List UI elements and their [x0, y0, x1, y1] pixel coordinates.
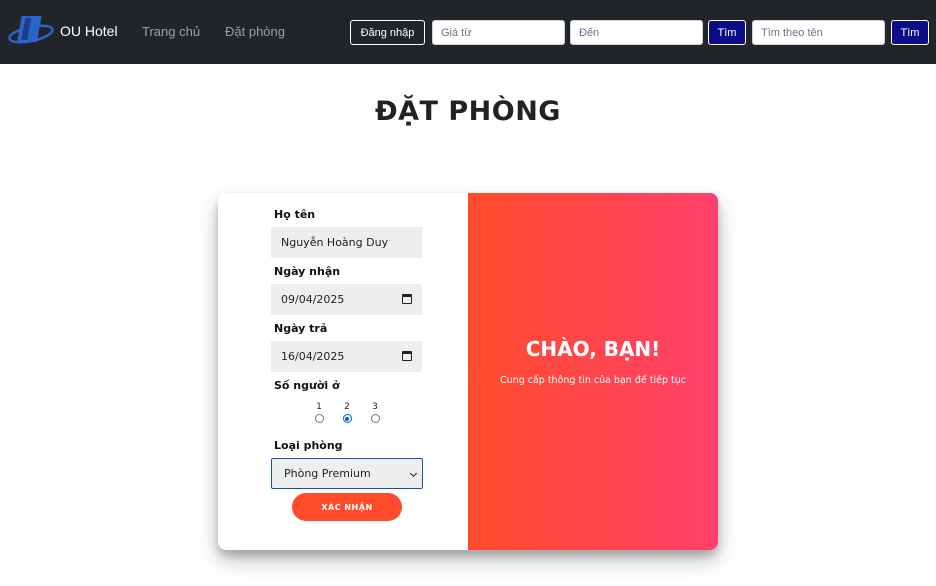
- name-search-input[interactable]: Tìm theo tên: [752, 20, 885, 45]
- nav-link-home[interactable]: Trang chủ: [142, 24, 200, 39]
- guest-radio-1[interactable]: [314, 414, 324, 423]
- checkin-value: 09/04/2025: [281, 293, 345, 306]
- hotel-logo-icon[interactable]: [8, 14, 54, 48]
- price-from-input[interactable]: Giá từ: [432, 20, 565, 45]
- guest-option-2-label: 2: [344, 402, 350, 412]
- guests-label: Số người ở: [274, 379, 340, 392]
- fullname-value: Nguyễn Hoàng Duy: [281, 236, 389, 249]
- confirm-button[interactable]: XÁC NHẬN: [292, 493, 402, 521]
- guest-option-1-label: 1: [316, 402, 322, 412]
- brand-name[interactable]: OU Hotel: [60, 23, 118, 39]
- booking-form: Họ tên Nguyễn Hoàng Duy Ngày nhận 09/04/…: [218, 193, 468, 550]
- guest-option-1[interactable]: 1: [312, 401, 326, 423]
- welcome-panel: CHÀO, BẠN! Cung cấp thông tin của bạn để…: [468, 193, 718, 550]
- welcome-text: Cung cấp thông tin của bạn để tiếp tục: [500, 375, 686, 386]
- checkout-date-input[interactable]: 16/04/2025: [271, 341, 422, 372]
- room-type-value: Phòng Premium: [284, 467, 371, 480]
- checkin-date-input[interactable]: 09/04/2025: [271, 284, 422, 315]
- nav-link-booking[interactable]: Đặt phòng: [225, 24, 285, 39]
- guest-radio-2[interactable]: [342, 414, 352, 423]
- checkout-value: 16/04/2025: [281, 350, 345, 363]
- guest-option-3-label: 3: [372, 402, 378, 412]
- guest-option-3[interactable]: 3: [368, 401, 382, 423]
- navbar: OU Hotel Trang chủ Đặt phòng Đăng nhập G…: [0, 0, 936, 64]
- guest-option-2[interactable]: 2: [340, 401, 354, 423]
- checkin-label: Ngày nhận: [274, 265, 341, 278]
- calendar-icon[interactable]: [402, 351, 412, 361]
- login-button[interactable]: Đăng nhập: [350, 20, 425, 45]
- room-type-select[interactable]: Phòng Premium: [271, 458, 423, 489]
- calendar-icon[interactable]: [402, 294, 412, 304]
- booking-card: Họ tên Nguyễn Hoàng Duy Ngày nhận 09/04/…: [218, 193, 718, 550]
- fullname-label: Họ tên: [274, 208, 316, 221]
- checkout-label: Ngày trả: [274, 322, 328, 335]
- fullname-input[interactable]: Nguyễn Hoàng Duy: [271, 227, 422, 258]
- price-to-input[interactable]: Đến: [570, 20, 703, 45]
- page-title: ĐẶT PHÒNG: [375, 96, 561, 127]
- room-type-label: Loại phòng: [274, 439, 343, 452]
- name-search-button[interactable]: Tìm: [891, 20, 929, 45]
- welcome-title: CHÀO, BẠN!: [525, 337, 661, 361]
- chevron-down-icon: [409, 469, 418, 478]
- guest-radio-3[interactable]: [370, 414, 380, 423]
- price-search-button[interactable]: Tìm: [708, 20, 746, 45]
